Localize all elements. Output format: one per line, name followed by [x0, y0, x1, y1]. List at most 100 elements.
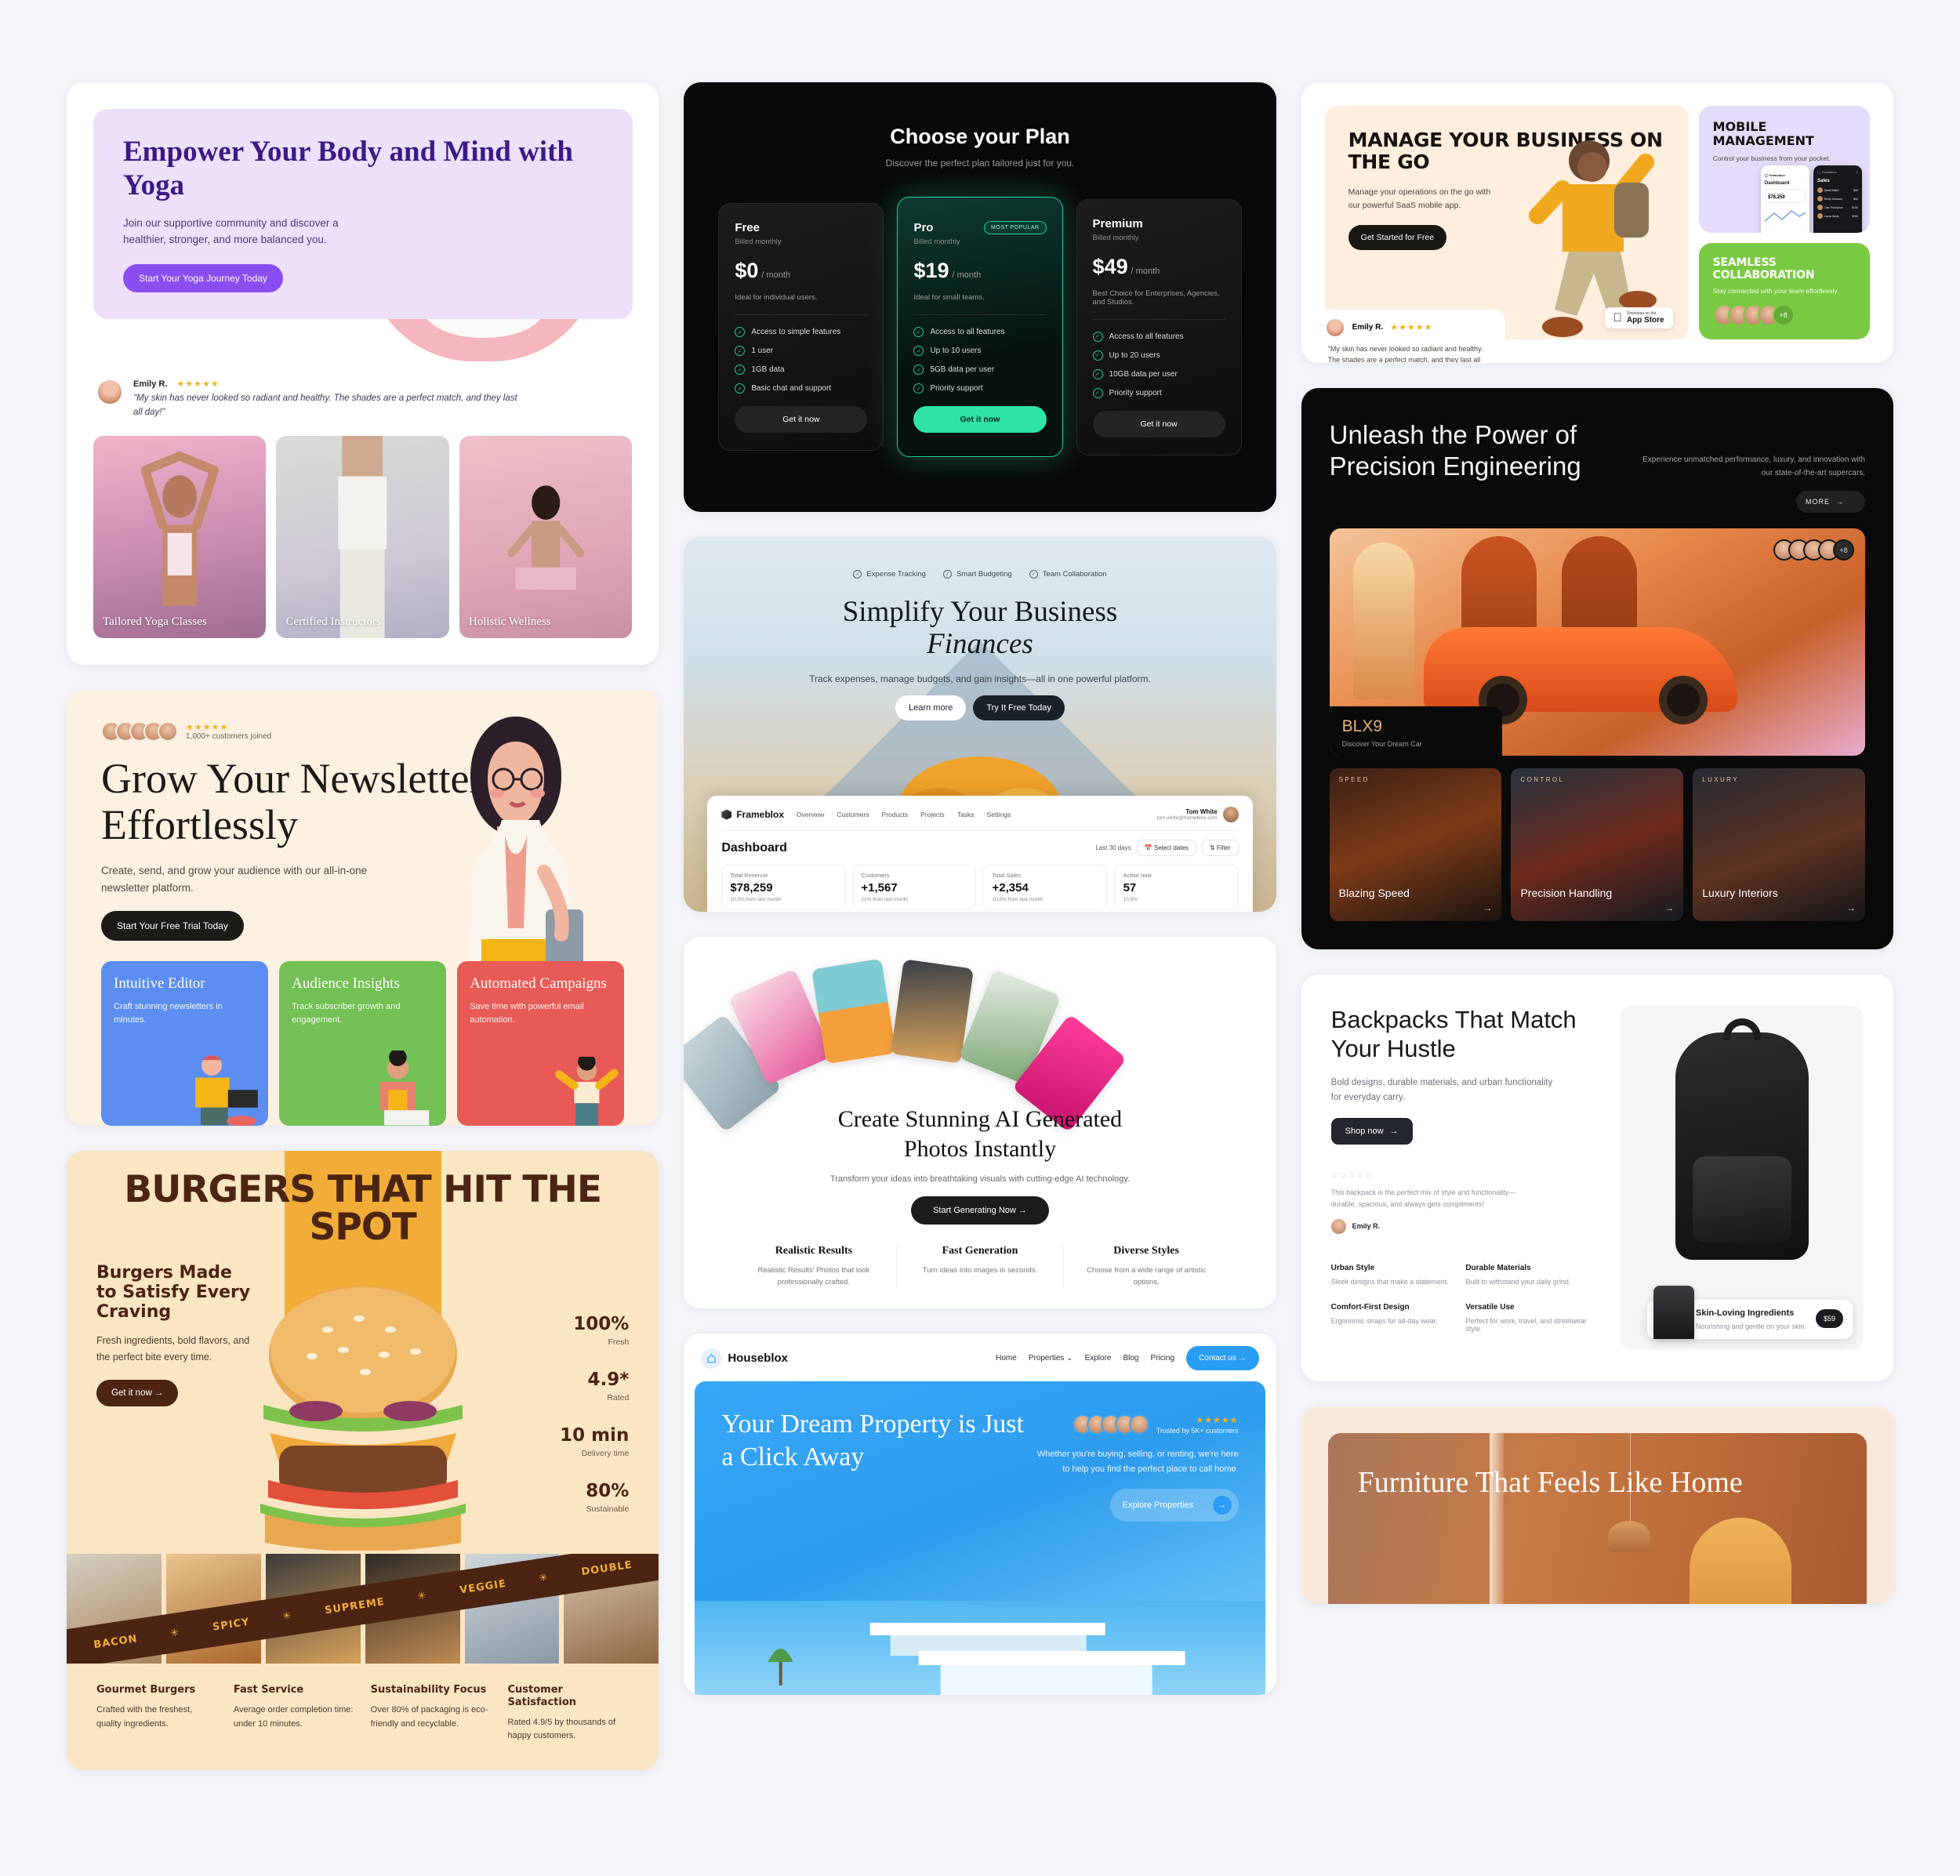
try-free-button[interactable]: Try It Free Today	[973, 695, 1065, 720]
plan-description: Ideal for small teams.	[913, 293, 985, 302]
arrow-right-icon[interactable]: →	[1483, 902, 1492, 913]
list-item[interactable]: Holistic Wellness	[459, 435, 633, 638]
arrow-right-icon[interactable]: →	[1664, 902, 1674, 913]
nav-link[interactable]: Home	[996, 1354, 1017, 1363]
product-chip-card[interactable]: Skin-Loving Ingredients Nourishing and g…	[1646, 1285, 1853, 1339]
avatar	[96, 379, 123, 405]
feature-title: Fast Service	[233, 1684, 304, 1696]
contact-us-button[interactable]: Contact us →	[1186, 1346, 1259, 1371]
car-feature-card[interactable]: CONTROL Precision Handling →	[1511, 768, 1684, 921]
nav-link-properties[interactable]: Properties ⌄	[1029, 1354, 1073, 1363]
panel-title: SEAMLESS COLLABORATION	[1712, 256, 1815, 281]
status-badge: MOST POPULAR	[984, 221, 1047, 234]
newsletter-feature-cards: Intuitive Editor Craft stunning newslett…	[101, 960, 625, 1126]
realestate-description: Whether you're buying, selling, or renti…	[1036, 1450, 1239, 1474]
nav-link[interactable]: Products	[882, 811, 909, 818]
pricing-title: Choose your Plan	[890, 125, 1070, 148]
card-furniture-landing[interactable]: Furniture That Feels Like Home	[1301, 1406, 1893, 1604]
plan-feature: ✓ Access to simple features	[735, 327, 867, 337]
ai-features: Realistic Results Realistic Results' Pho…	[684, 1245, 1276, 1289]
plan-cta-button[interactable]: Get it now	[1092, 410, 1225, 437]
select-dates-button[interactable]: 📅 Select dates	[1136, 840, 1196, 856]
stat-label: Active now	[1123, 872, 1152, 879]
pricing-plan-pro[interactable]: Pro Billed monthly MOST POPULAR $19/ mon…	[897, 197, 1063, 457]
nav-link[interactable]: Settings	[987, 811, 1011, 818]
feature-desc: Choose from a wide range of artistic opt…	[1087, 1266, 1207, 1287]
list-item[interactable]: Tailored Yoga Classes	[93, 435, 267, 638]
ai-title: Create Stunning AI Generated Photos Insta…	[837, 1106, 1123, 1162]
arrow-right-icon[interactable]: →	[1846, 902, 1856, 913]
app-store-badge[interactable]:  Download on the App Store	[1604, 307, 1673, 328]
marquee-item: DOUBLE	[580, 1558, 633, 1579]
ai-sample-photo[interactable]	[811, 958, 897, 1065]
plan-cta-button[interactable]: Get it now	[913, 406, 1047, 433]
plan-cta-button[interactable]: Get it now	[735, 406, 868, 433]
burger-headline: BURGERS THAT HIT THE SPOT	[124, 1167, 602, 1249]
card-burger-landing[interactable]: BURGERS THAT HIT THE SPOT Burgers Made t…	[67, 1150, 659, 1770]
ai-cta-button[interactable]: Start Generating Now →	[910, 1196, 1049, 1225]
nav-link[interactable]: Blog	[1123, 1354, 1138, 1363]
nav-link[interactable]: Pricing	[1150, 1354, 1174, 1363]
finance-title-accent: Finances	[927, 628, 1033, 661]
card-pricing-landing[interactable]: Choose your Plan Discover the perfect pl…	[684, 82, 1276, 512]
burger-cta-button[interactable]: Get it now →	[96, 1379, 179, 1406]
stat-card: Total Sales +2,354 10,5% from last month	[983, 865, 1108, 909]
person-dancing-illustration	[555, 1056, 619, 1126]
avatar-stack: +8	[1773, 539, 1854, 561]
stat-card: Customers +1,567 21% from last month	[852, 865, 977, 909]
list-item[interactable]: Certified Instructors	[276, 435, 449, 638]
learn-more-button[interactable]: Learn more	[895, 695, 967, 720]
nav-link[interactable]: Tasks	[957, 811, 975, 818]
card-newsletter-landing[interactable]: ★★★★★ 1,000+ customers joined Grow Your …	[67, 689, 659, 1126]
plan-name: Premium	[1092, 216, 1143, 230]
mobile-management-panel[interactable]: MOBILE MANAGEMENT Control your business …	[1698, 106, 1870, 233]
feature-card[interactable]: Intuitive Editor Craft stunning newslett…	[101, 960, 269, 1126]
feature-desc: Turn ideas into images in seconds.	[922, 1266, 1038, 1275]
nav-link[interactable]: Projects	[920, 811, 945, 818]
car-feature-card[interactable]: LUXURY Luxury Interiors →	[1693, 768, 1865, 921]
shop-now-button[interactable]: Shop now →	[1330, 1118, 1413, 1145]
car-fe ature-card[interactable]: SPEED Blazing Speed →	[1329, 768, 1502, 921]
reviewer-name: Emily R.	[1352, 1222, 1381, 1231]
plan-feature: ✓ Priority support	[913, 383, 1046, 394]
mobile-cta-button[interactable]: Get Started for Free	[1348, 224, 1447, 250]
user-email: tom.white@frameblox.com	[1156, 815, 1218, 821]
user-menu[interactable]: Tom White tom.white@frameblox.com	[1157, 807, 1239, 822]
stat-delta: 10,5%	[1123, 897, 1138, 902]
card-backpack-landing[interactable]: Backpacks That Match Your Hustle Bold de…	[1301, 974, 1893, 1381]
feature-card[interactable]: Automated Campaigns Save time with power…	[457, 960, 625, 1126]
nav-link[interactable]: Explore	[1085, 1354, 1112, 1363]
card-ai-photos-landing[interactable]: Create Stunning AI Generated Photos Insta…	[684, 937, 1276, 1309]
card-mobile-management-landing[interactable]: MANAGE YOUR BUSINESS ON THE GO Manage yo…	[1301, 82, 1893, 363]
card-car-landing[interactable]: Unleash the Power of Precision Engineeri…	[1301, 388, 1893, 949]
newsletter-cta-button[interactable]: Start Your Free Trial Today	[101, 910, 244, 941]
trusted-label: Trusted by 5K+ customers	[1156, 1426, 1239, 1435]
feature-card[interactable]: Audience Insights Track subscriber growt…	[279, 960, 447, 1126]
feature-title: Customer Satisfaction	[507, 1684, 577, 1708]
feature-item: Diverse Styles Choose from a wide range …	[1062, 1245, 1229, 1289]
pricing-plan-premium[interactable]: Premium Billed monthly $49/ month Best C…	[1076, 198, 1242, 455]
card-finance-landing[interactable]: ✓ Expense Tracking ✓ Smart Budgeting ✓ Team…	[684, 537, 1276, 912]
arch-decor	[1689, 1517, 1791, 1604]
avatar	[1330, 1218, 1346, 1234]
appstore-big-text: App Store	[1626, 316, 1664, 325]
feature-item: Comfort-First Design Ergonomic straps fo…	[1331, 1303, 1466, 1333]
filter-button[interactable]: ⇅ Filter	[1201, 840, 1239, 856]
nav-link[interactable]: Customers	[837, 811, 869, 818]
check-icon: ✓	[1029, 570, 1038, 579]
pricing-plan-free[interactable]: Free Billed monthly $0/ month Ideal for …	[718, 203, 884, 451]
card-realestate-landing[interactable]: Houseblox Home Properties ⌄ Explore Blog…	[684, 1334, 1276, 1696]
yoga-cta-button[interactable]: Start Your Yoga Journey Today	[123, 263, 283, 292]
yoga-subtitle: Join our supportive community and discov…	[123, 216, 339, 245]
feature-title: Durable Materials	[1465, 1263, 1531, 1272]
card-yoga-landing[interactable]: Empower Your Body and Mind with Yoga Joi…	[67, 82, 659, 665]
feature-title: Comfort-First Design	[1330, 1302, 1410, 1312]
collaboration-panel[interactable]: SEAMLESS COLLABORATION Stay connected wi…	[1698, 243, 1870, 339]
check-icon: ✓	[735, 346, 746, 356]
dashboard-preview[interactable]: Frameblox Overview Customers Products Pr…	[707, 796, 1253, 912]
more-button[interactable]: MORE →	[1795, 491, 1865, 513]
explore-properties-button[interactable]: Explore Properties →	[1109, 1488, 1239, 1522]
stat-card: Active now 57 10,5%	[1114, 865, 1239, 909]
testimonial-name: Emily R.	[1352, 323, 1384, 332]
nav-link[interactable]: Overview	[797, 811, 824, 818]
